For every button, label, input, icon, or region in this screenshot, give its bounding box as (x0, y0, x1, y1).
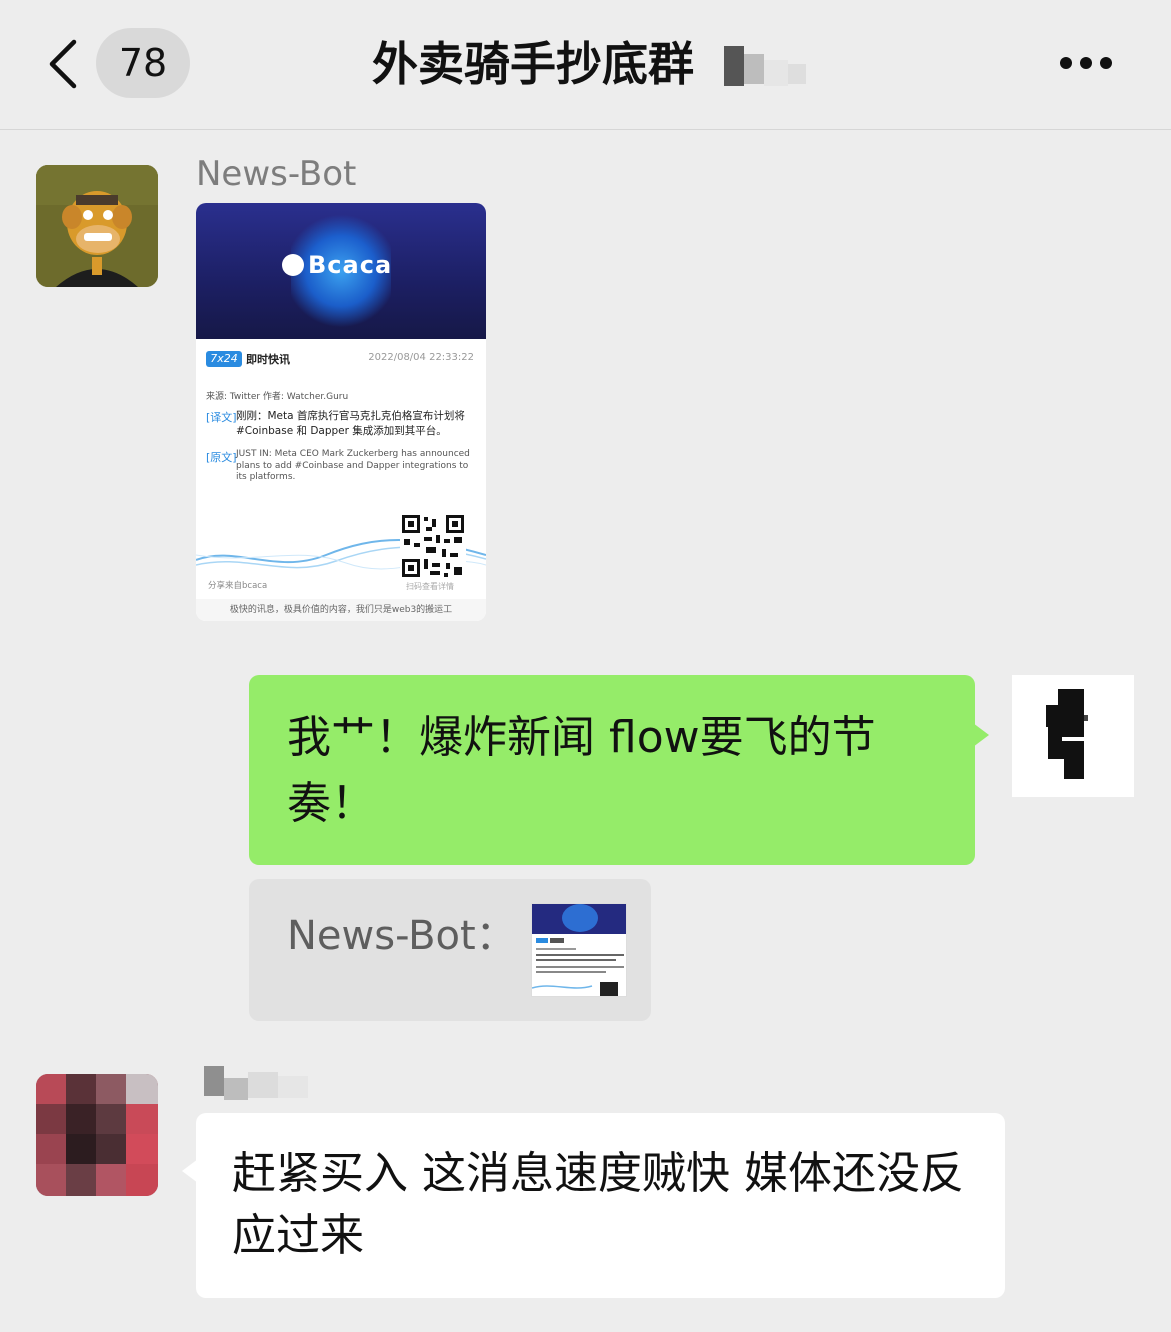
sender-name: News-Bot (196, 154, 357, 194)
sent-message-bubble[interactable]: 我艹！爆炸新闻 flow要飞的节奏！ (249, 675, 989, 865)
qr-caption: 扫码查看详情 (406, 582, 454, 591)
news-card-thumbnail-icon (532, 904, 626, 996)
card-logo-text: Bcaca (308, 251, 393, 279)
pixelated-avatar-icon (36, 1074, 158, 1196)
card-banner: Bcaca (196, 203, 486, 339)
news-image-message[interactable]: Bcaca 7x24 即时快讯 2022/08/04 22:33:22 来源: … (196, 203, 486, 621)
card-footer: 极快的讯息，极具价值的内容，我们只是web3的搬运工 (196, 599, 486, 621)
card-date: 2022/08/04 22:33:22 (368, 352, 474, 363)
title-pixelated-suffix (724, 46, 808, 88)
quote-sender-label: News-Bot： (287, 913, 516, 959)
received-message-bubble[interactable]: 赶紧买入 这消息速度贼快 媒体还没反应过来 (182, 1113, 1005, 1298)
card-source: 来源: Twitter 作者: Watcher.Guru (206, 392, 349, 402)
my-avatar[interactable] (1012, 675, 1134, 797)
sender-avatar-pixelated[interactable] (36, 1074, 158, 1196)
card-translation-tag: [译文] (206, 411, 237, 424)
unread-count-badge[interactable]: 78 (96, 28, 190, 98)
card-share-text: 分享来自bcaca (208, 581, 268, 591)
card-original-text: JUST IN: Meta CEO Mark Zuckerberg has an… (236, 449, 470, 482)
message-text: 我艹！爆炸新闻 flow要飞的节奏！ (287, 712, 876, 829)
back-button[interactable] (44, 36, 84, 92)
card-body: 7x24 即时快讯 2022/08/04 22:33:22 来源: Twitte… (196, 339, 486, 621)
logo-mark-icon (282, 254, 304, 276)
chat-title: 外卖骑手抄底群 (372, 37, 694, 91)
more-options-button[interactable] (1056, 50, 1116, 76)
chat-header: 78 外卖骑手抄底群 (0, 0, 1171, 130)
newsbot-avatar[interactable] (36, 165, 158, 287)
card-original-tag: [原文] (206, 451, 237, 464)
qr-code-icon (400, 513, 466, 579)
message-text: 赶紧买入 这消息速度贼快 媒体还没反应过来 (232, 1148, 964, 1261)
dot-icon (1080, 57, 1092, 69)
ape-avatar-icon (36, 165, 158, 287)
quoted-message[interactable]: News-Bot： (249, 879, 651, 1021)
chevron-left-icon (49, 39, 77, 89)
card-tag-label: 即时快讯 (246, 353, 290, 366)
dot-icon (1060, 57, 1072, 69)
card-tag: 7x24 (206, 351, 242, 367)
card-translation-text: 刚刚：Meta 首席执行官马克扎克伯格宣布计划将#Coinbase 和 Dapp… (236, 410, 465, 437)
sender-name-pixelated (204, 1066, 334, 1102)
card-logo: Bcaca (282, 251, 392, 279)
pixelated-avatar-icon (1012, 675, 1134, 797)
dot-icon (1100, 57, 1112, 69)
quoted-image-thumbnail (531, 903, 627, 997)
